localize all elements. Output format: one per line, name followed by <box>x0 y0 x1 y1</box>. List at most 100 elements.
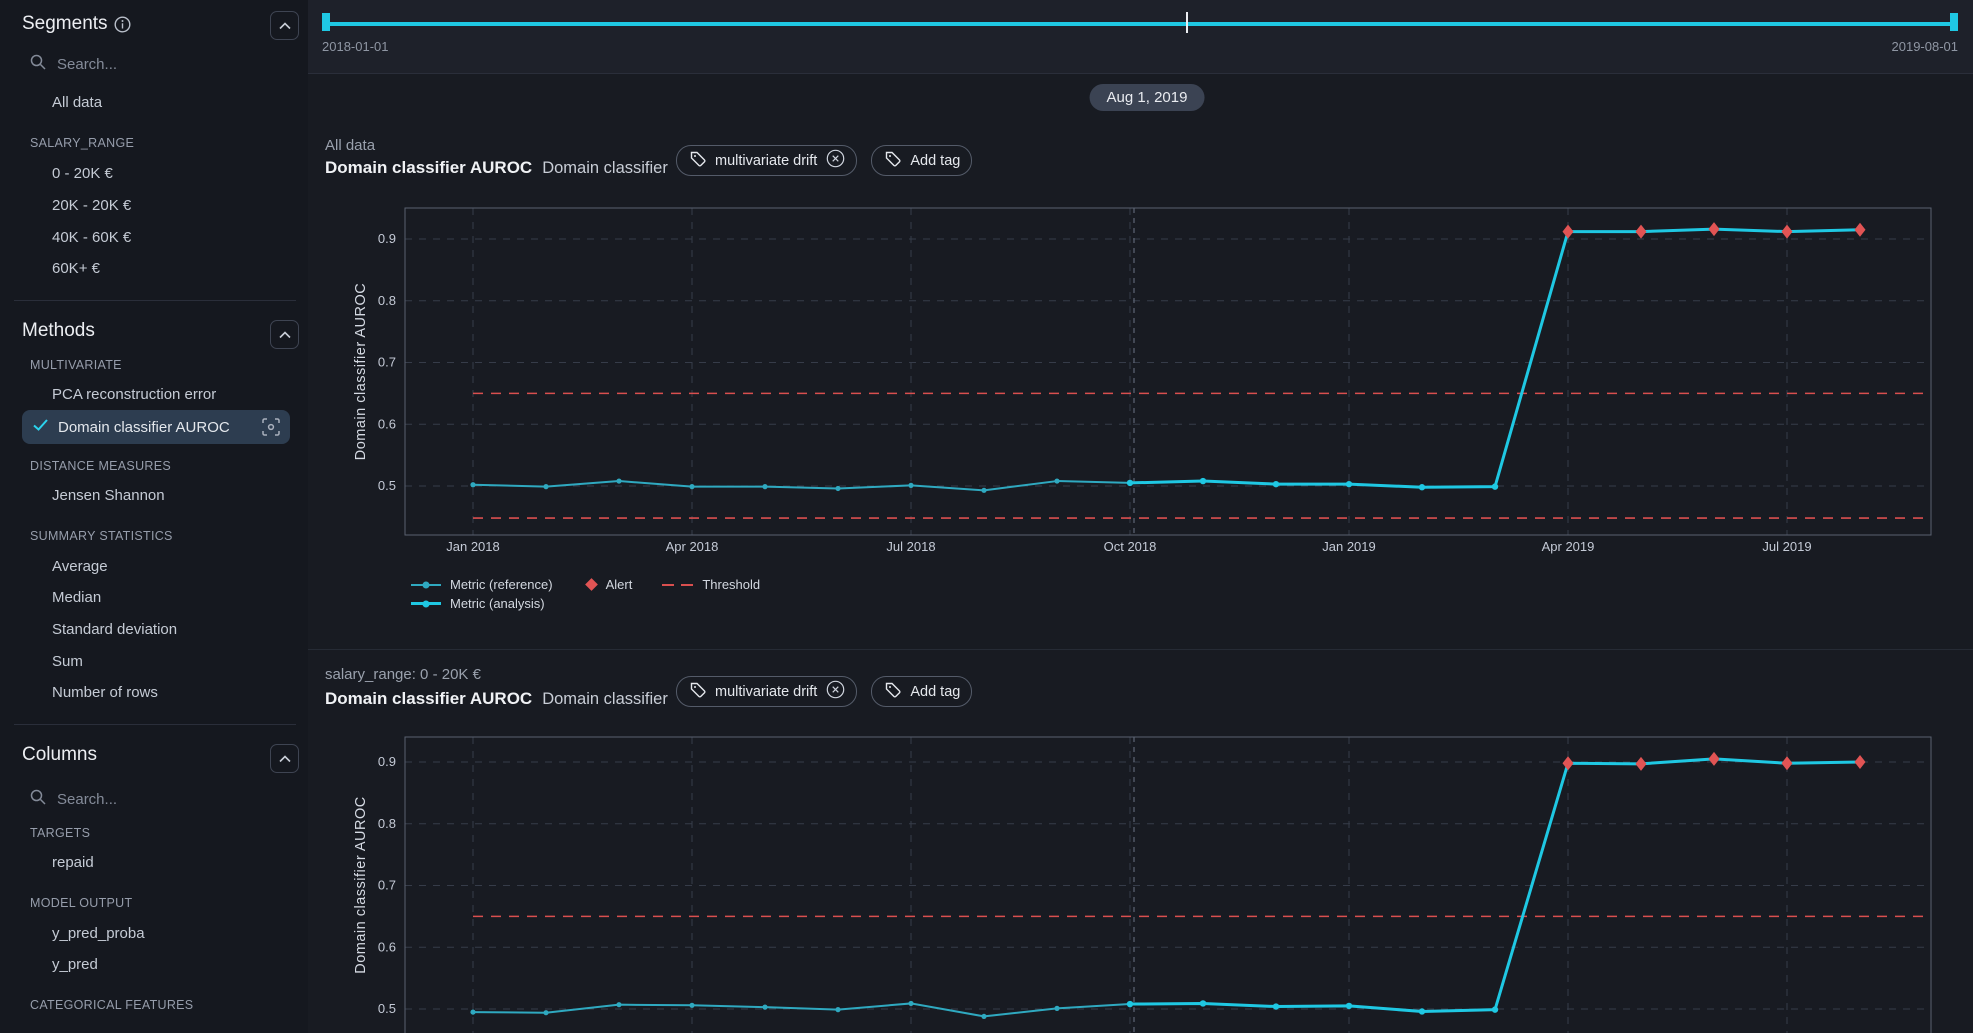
selected-date-badge: Aug 1, 2019 <box>1090 84 1205 111</box>
group-label-salary-range: SALARY_RANGE <box>30 136 134 150</box>
svg-text:0.9: 0.9 <box>378 231 396 246</box>
svg-text:0.9: 0.9 <box>378 754 396 769</box>
segments-search-input[interactable] <box>55 55 239 74</box>
segment-label: All data <box>325 137 375 154</box>
sidebar-item-average[interactable]: Average <box>52 558 108 575</box>
group-label-model-output: MODEL OUTPUT <box>30 896 132 910</box>
sidebar-item-y-pred-proba[interactable]: y_pred_proba <box>52 925 145 942</box>
add-tag-button[interactable]: Add tag <box>871 145 972 176</box>
methods-section-title: Methods <box>22 320 95 342</box>
sidebar-item-jensen-shannon[interactable]: Jensen Shannon <box>52 487 165 504</box>
timeline-slider-band: 2018-01-01 2019-08-01 <box>308 0 1973 74</box>
tag-icon <box>690 151 706 171</box>
group-label-targets: TARGETS <box>30 826 90 840</box>
legend-alert-label[interactable]: Alert <box>606 577 633 592</box>
timeline-end-handle[interactable] <box>1950 13 1958 31</box>
section-divider <box>308 649 1973 650</box>
chart-title-row: Domain classifier AUROC Domain classifie… <box>325 689 668 709</box>
svg-text:Jan 2019: Jan 2019 <box>1322 539 1376 554</box>
sidebar-item-0-20k[interactable]: 0 - 20K € <box>52 165 113 182</box>
tag-label: multivariate drift <box>715 684 817 700</box>
sidebar-item-median[interactable]: Median <box>52 589 101 606</box>
svg-text:0.5: 0.5 <box>378 478 396 493</box>
tag-icon <box>690 682 706 702</box>
sidebar-item-label: Domain classifier AUROC <box>58 419 262 436</box>
check-icon <box>33 418 48 436</box>
search-icon <box>30 789 46 810</box>
svg-text:Apr 2019: Apr 2019 <box>1542 539 1595 554</box>
sidebar-item-sum[interactable]: Sum <box>52 653 83 670</box>
chart-title: Domain classifier AUROC <box>325 158 532 178</box>
legend-reference-label[interactable]: Metric (reference) <box>450 577 553 592</box>
sidebar-item-domain-classifier-auroc[interactable]: Domain classifier AUROC <box>22 410 290 444</box>
tag-multivariate-drift[interactable]: multivariate drift <box>676 145 857 176</box>
tags-row: multivariate drift Add tag <box>676 145 972 176</box>
remove-tag-icon[interactable] <box>826 680 845 703</box>
svg-text:0.5: 0.5 <box>378 1001 396 1016</box>
group-label-categorical-features: CATEGORICAL FEATURES <box>30 998 193 1012</box>
svg-text:0.6: 0.6 <box>378 416 396 431</box>
chart-title-row: Domain classifier AUROC Domain classifie… <box>325 158 668 178</box>
sidebar-item-number-of-rows[interactable]: Number of rows <box>52 684 158 701</box>
svg-text:Jul 2018: Jul 2018 <box>886 539 935 554</box>
segments-search[interactable] <box>30 54 239 75</box>
add-tag-label: Add tag <box>910 153 960 169</box>
sidebar-item-40k-60k[interactable]: 40K - 60K € <box>52 229 131 246</box>
drift-chart-all-data[interactable]: 0.90.80.70.60.5Jan 2018Apr 2018Jul 2018O… <box>308 200 1973 560</box>
group-label-summary-statistics: SUMMARY STATISTICS <box>30 529 173 543</box>
sidebar-divider <box>14 724 296 725</box>
tag-icon <box>885 682 901 702</box>
columns-search[interactable] <box>30 789 239 810</box>
sidebar-item-standard-deviation[interactable]: Standard deviation <box>52 621 177 638</box>
sidebar-item-repaid[interactable]: repaid <box>52 854 94 871</box>
svg-text:0.6: 0.6 <box>378 939 396 954</box>
add-tag-label: Add tag <box>910 684 960 700</box>
tags-row: multivariate drift Add tag <box>676 676 972 707</box>
svg-text:Jul 2019: Jul 2019 <box>1762 539 1811 554</box>
chart-legend: Metric (reference) Alert Threshold Metri… <box>411 577 760 615</box>
svg-text:0.8: 0.8 <box>378 293 396 308</box>
columns-collapse-button[interactable] <box>270 744 299 773</box>
sidebar-divider <box>14 300 296 301</box>
svg-text:Apr 2018: Apr 2018 <box>666 539 719 554</box>
svg-text:0.8: 0.8 <box>378 816 396 831</box>
drift-chart-salary-0-20k[interactable]: 0.9 0.8 0.7 0.6 0.5 Domain classifier AUROC <box>308 730 1973 1033</box>
sidebar: Segments All data SALARY_RANGE 0 - 20K €… <box>0 0 309 1033</box>
alert-diamond-icon <box>585 578 598 591</box>
threshold-dash-icon <box>681 584 693 586</box>
svg-text:Domain classifier AUROC: Domain classifier AUROC <box>353 796 369 974</box>
methods-collapse-button[interactable] <box>270 320 299 349</box>
tag-multivariate-drift[interactable]: multivariate drift <box>676 676 857 707</box>
search-icon <box>30 54 46 75</box>
tag-icon <box>885 151 901 171</box>
segments-collapse-button[interactable] <box>270 11 299 40</box>
segment-label: salary_range: 0 - 20K € <box>325 666 481 683</box>
timeline-end-date: 2019-08-01 <box>1892 39 1959 54</box>
main-content: 2018-01-01 2019-08-01 Aug 1, 2019 All da… <box>308 0 1973 1033</box>
timeline-slider-track[interactable] <box>322 22 1958 26</box>
chart-subtitle: Domain classifier <box>542 690 668 709</box>
timeline-start-handle[interactable] <box>322 13 330 31</box>
add-tag-button[interactable]: Add tag <box>871 676 972 707</box>
sidebar-item-all-data[interactable]: All data <box>52 94 102 111</box>
svg-text:0.7: 0.7 <box>378 878 396 893</box>
group-label-distance-measures: DISTANCE MEASURES <box>30 459 171 473</box>
info-icon[interactable] <box>114 16 131 38</box>
svg-text:0.7: 0.7 <box>378 355 396 370</box>
remove-tag-icon[interactable] <box>826 149 845 172</box>
sidebar-item-20k-20k[interactable]: 20K - 20K € <box>52 197 131 214</box>
sidebar-item-pca-reconstruction-error[interactable]: PCA reconstruction error <box>52 386 216 403</box>
timeline-current-marker[interactable] <box>1186 12 1188 33</box>
reference-line-swatch <box>411 584 441 586</box>
analysis-line-swatch <box>411 602 441 605</box>
sidebar-item-60k-plus[interactable]: 60K+ € <box>52 260 100 277</box>
tag-label: multivariate drift <box>715 153 817 169</box>
sidebar-item-y-pred[interactable]: y_pred <box>52 956 98 973</box>
focus-method-icon[interactable] <box>262 418 280 436</box>
legend-analysis-label[interactable]: Metric (analysis) <box>450 596 545 611</box>
drift-dashboard: Segments All data SALARY_RANGE 0 - 20K €… <box>0 0 1973 1033</box>
svg-text:Domain classifier AUROC: Domain classifier AUROC <box>353 283 369 461</box>
legend-threshold-label[interactable]: Threshold <box>702 577 760 592</box>
columns-search-input[interactable] <box>55 790 239 809</box>
columns-section-title: Columns <box>22 744 97 766</box>
